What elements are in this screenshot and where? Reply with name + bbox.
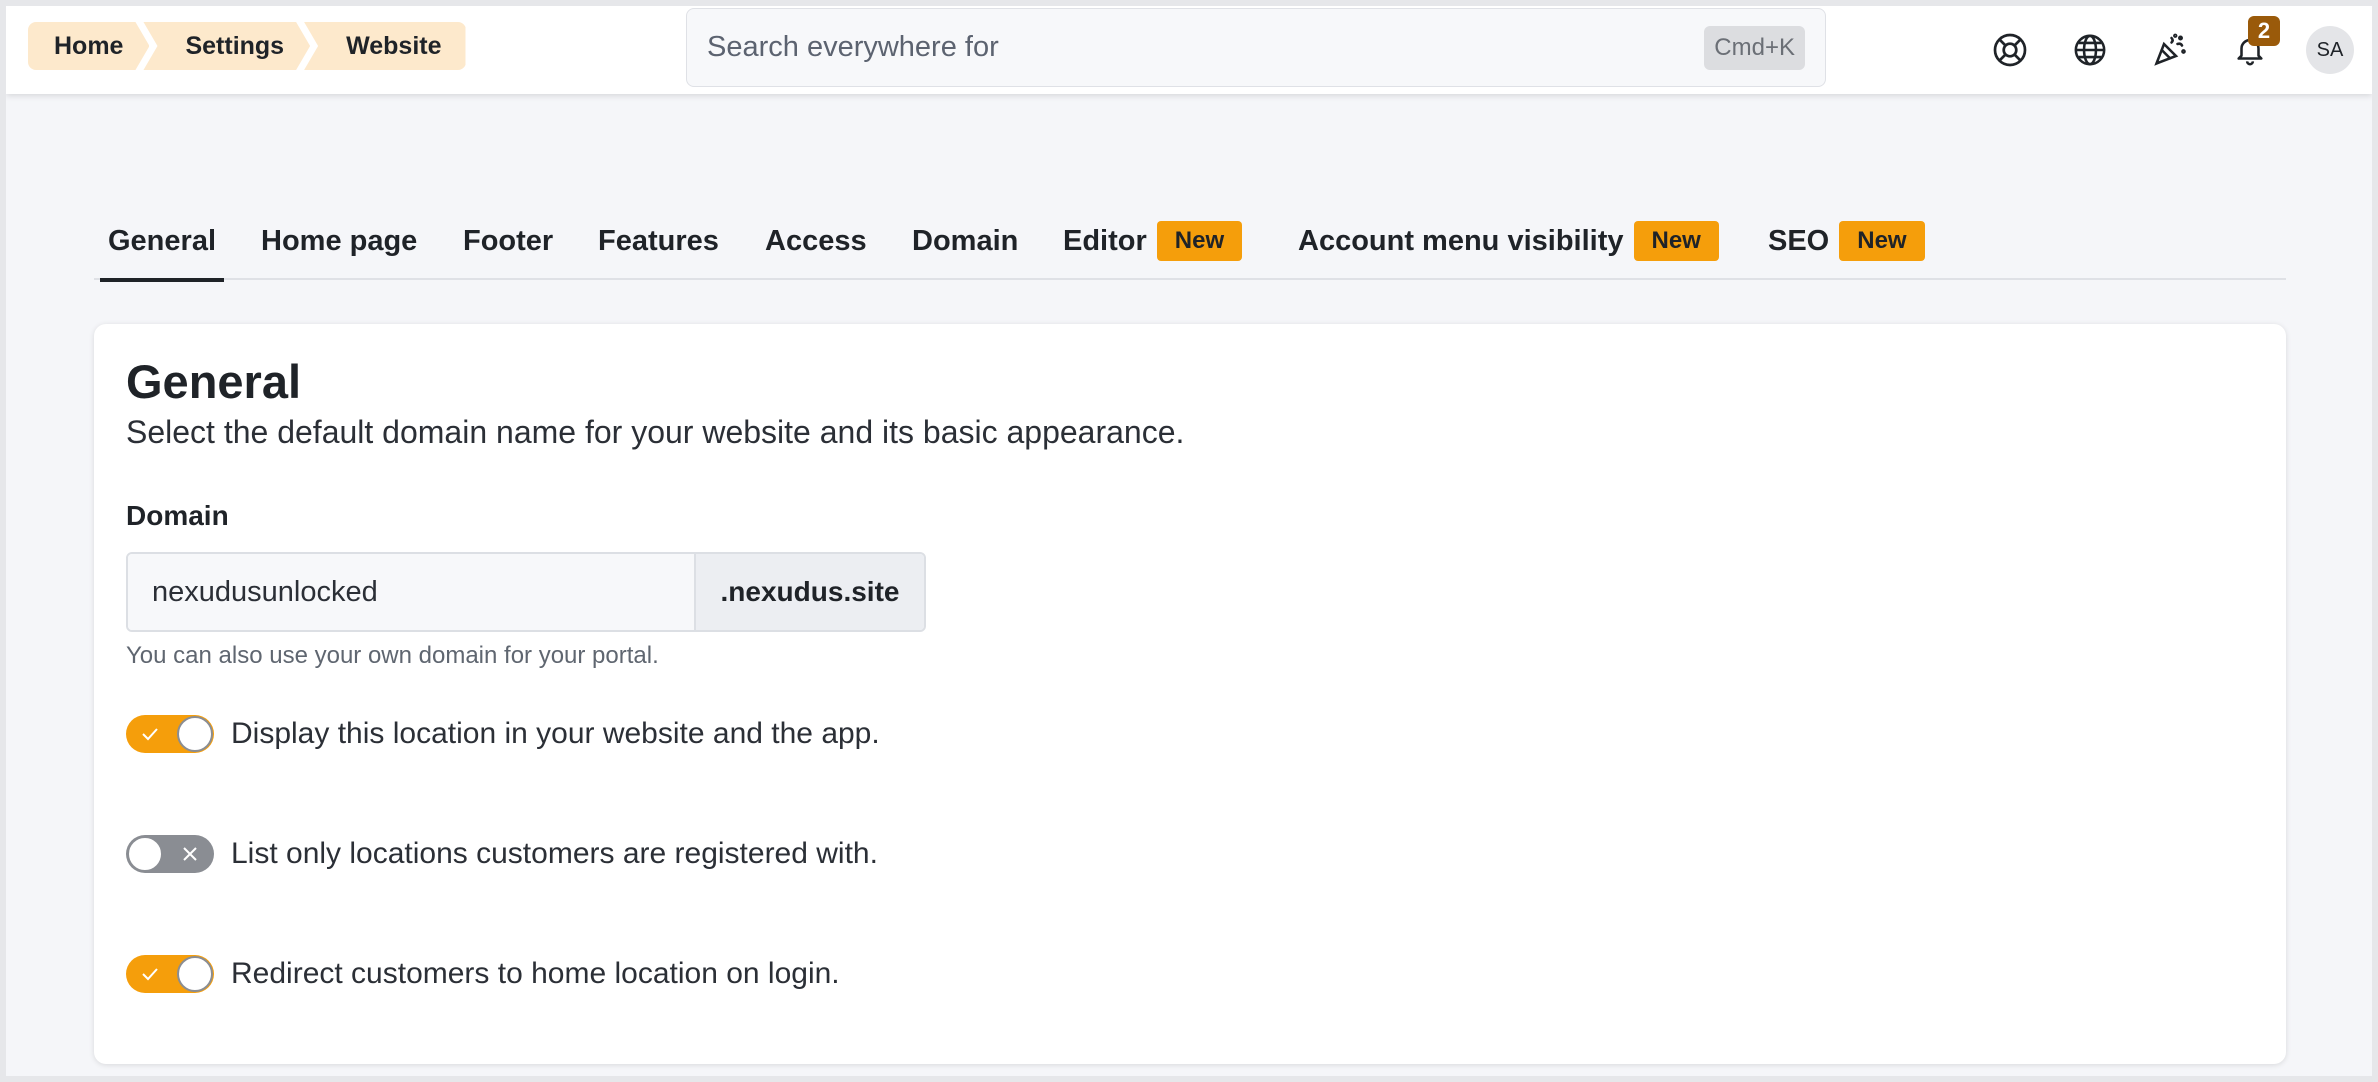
section-description: Select the default domain name for your … [126, 414, 1185, 450]
tab-account-menu-visibility[interactable]: Account menu visibility New [1298, 202, 1719, 280]
tab-domain[interactable]: Domain [912, 202, 1018, 280]
notification-count-badge: 2 [2248, 16, 2280, 46]
tab-label: SEO [1768, 224, 1830, 257]
toggle-label: Redirect customers to home location on l… [231, 957, 840, 990]
tab-label: Account menu visibility [1298, 224, 1624, 257]
new-badge: New [1633, 221, 1719, 261]
tab-label: General [108, 224, 216, 257]
tab-label: Editor [1063, 224, 1147, 257]
toggle-row-list-registered: List only locations customers are regist… [126, 834, 878, 874]
tab-features[interactable]: Features [598, 202, 719, 280]
tab-footer[interactable]: Footer [463, 202, 553, 280]
domain-input-group: .nexudus.site [126, 552, 926, 632]
toggle-row-display-location: Display this location in your website an… [126, 714, 880, 754]
toggle-label: List only locations customers are regist… [231, 837, 878, 870]
party-popper-icon[interactable] [2148, 28, 2192, 72]
app-frame: Home Settings Website Search everywhere … [6, 6, 2372, 1076]
user-avatar[interactable]: SA [2306, 26, 2354, 74]
new-badge: New [1839, 221, 1925, 261]
tab-label: Features [598, 224, 719, 257]
domain-field-label: Domain [126, 500, 229, 531]
tab-editor[interactable]: Editor New [1063, 202, 1243, 280]
breadcrumb-settings[interactable]: Settings [143, 22, 310, 70]
toggle-label: Display this location in your website an… [231, 717, 880, 750]
toggle-row-redirect-home: Redirect customers to home location on l… [126, 954, 840, 994]
x-icon [183, 847, 197, 861]
general-settings-card: General Select the default domain name f… [94, 324, 2286, 1064]
toggle-knob [177, 956, 213, 992]
check-icon [142, 728, 158, 741]
domain-hint: You can also use your own domain for you… [126, 642, 659, 669]
list-registered-locations-toggle[interactable] [126, 835, 214, 873]
tab-home-page[interactable]: Home page [261, 202, 417, 280]
breadcrumb-website[interactable]: Website [304, 22, 466, 70]
domain-suffix: .nexudus.site [694, 554, 924, 630]
breadcrumb-home[interactable]: Home [28, 22, 149, 70]
domain-input[interactable] [128, 554, 694, 630]
search-bar[interactable]: Search everywhere for Cmd+K [686, 8, 1826, 87]
toggle-knob [177, 716, 213, 752]
tab-general[interactable]: General [100, 202, 224, 282]
tab-label: Domain [912, 224, 1019, 257]
tab-seo[interactable]: SEO New [1768, 202, 1925, 280]
top-bar: Home Settings Website Search everywhere … [6, 6, 2372, 94]
new-badge: New [1156, 221, 1243, 261]
search-shortcut-hint: Cmd+K [1704, 25, 1805, 70]
globe-icon[interactable] [2068, 28, 2112, 72]
settings-tabs: General Home page Footer Features Access… [94, 202, 2286, 282]
section-title: General [126, 355, 302, 408]
display-location-toggle[interactable] [126, 715, 214, 753]
tab-label: Home page [261, 224, 418, 257]
breadcrumb: Home Settings Website [28, 22, 466, 70]
redirect-home-location-toggle[interactable] [126, 955, 214, 993]
tab-access[interactable]: Access [765, 202, 867, 280]
search-placeholder: Search everywhere for [707, 31, 999, 63]
toggle-knob [127, 836, 163, 872]
help-lifebuoy-icon[interactable] [1988, 28, 2032, 72]
check-icon [142, 968, 158, 981]
tab-label: Access [765, 224, 867, 257]
tab-label: Footer [463, 224, 554, 257]
